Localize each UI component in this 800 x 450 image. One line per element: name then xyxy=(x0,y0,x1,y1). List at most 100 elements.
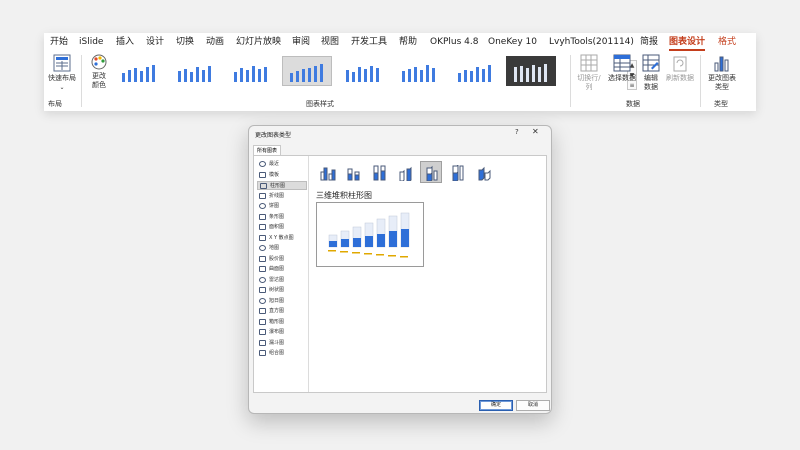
clustered-column-icon xyxy=(320,167,336,181)
tab-developer[interactable]: 开发工具 xyxy=(351,36,387,48)
chart-style-5[interactable] xyxy=(338,56,388,86)
line-chart-icon xyxy=(259,192,266,199)
tab-onekey[interactable]: OneKey 10 xyxy=(488,36,537,48)
subtype-stacked-column[interactable] xyxy=(342,161,364,183)
chart-style-2[interactable] xyxy=(170,56,220,86)
edit-data-icon xyxy=(642,54,660,72)
folder-icon xyxy=(259,171,266,178)
3d-stacked-column-preview xyxy=(328,212,410,258)
edit-data-label: 编辑数据 xyxy=(644,74,658,91)
chart-type-column[interactable]: 柱形图 xyxy=(257,181,307,190)
tab-format[interactable]: 格式 xyxy=(718,36,736,48)
change-chart-type-icon xyxy=(714,56,729,72)
3d-clustered-column-icon xyxy=(399,166,412,181)
change-chart-type-button[interactable]: 更改图表类型 xyxy=(704,54,740,92)
chart-type-funnel[interactable]: 漏斗图 xyxy=(257,339,307,348)
styles-group-label: 图表样式 xyxy=(306,100,334,108)
select-data-button[interactable]: 选择数据 xyxy=(606,54,638,83)
tab-chart-design[interactable]: 图表设计 xyxy=(669,36,706,51)
switch-row-column-button[interactable]: 切换行/列 xyxy=(574,54,604,92)
chart-type-surface[interactable]: 曲面图 xyxy=(257,265,307,274)
ribbon-groups: 快速布局 ⌄ 布局 更改颜色 ▲ ▼ ≡ 图表样式 切换行/列 选择数据 编辑数… xyxy=(44,52,756,111)
group-divider xyxy=(700,55,701,107)
palette-icon xyxy=(91,54,107,70)
chart-style-7[interactable] xyxy=(450,56,500,86)
combo-chart-icon xyxy=(259,350,266,356)
chart-type-line[interactable]: 折线图 xyxy=(257,192,307,201)
tab-design[interactable]: 设计 xyxy=(146,36,164,48)
ok-button[interactable]: 确定 xyxy=(479,400,513,411)
recent-icon xyxy=(259,161,266,167)
chart-preview[interactable] xyxy=(316,202,424,267)
column-chart-icon xyxy=(260,183,267,189)
tab-islide[interactable]: iSlide xyxy=(79,36,103,48)
type-group-label: 类型 xyxy=(714,100,728,108)
group-divider xyxy=(81,55,82,107)
tab-lvyhtools[interactable]: LvyhTools(201114) xyxy=(549,36,634,48)
subtype-3d-column[interactable] xyxy=(472,161,494,183)
dialog-tabbar: 所有图表 xyxy=(249,145,551,155)
chart-style-6[interactable] xyxy=(394,56,444,86)
subtype-name: 三维堆积柱形图 xyxy=(316,191,372,200)
chart-type-area[interactable]: 面积图 xyxy=(257,223,307,232)
refresh-data-button[interactable]: 刷新数据 xyxy=(664,54,696,83)
quick-layout-button[interactable]: 快速布局 ⌄ xyxy=(47,54,77,92)
select-data-icon xyxy=(613,54,631,72)
treemap-chart-icon xyxy=(259,287,266,293)
3d-stacked-column-icon xyxy=(426,165,438,181)
3d-percent-stacked-column-icon xyxy=(452,165,464,181)
subtype-3d-clustered-column[interactable] xyxy=(394,161,416,183)
data-group-label: 数据 xyxy=(626,100,640,108)
map-chart-icon xyxy=(259,245,266,251)
chart-subtype-pane: 三维堆积柱形图 xyxy=(310,156,547,392)
chart-type-radar[interactable]: 雷达图 xyxy=(257,276,307,285)
chart-style-1[interactable] xyxy=(114,56,164,86)
percent-stacked-column-icon xyxy=(373,165,386,181)
chart-type-stock[interactable]: 股价图 xyxy=(257,255,307,264)
chart-type-templates[interactable]: 模板 xyxy=(257,171,307,180)
tab-all-charts[interactable]: 所有图表 xyxy=(253,145,282,155)
chart-type-histogram[interactable]: 直方图 xyxy=(257,307,307,316)
chart-type-map[interactable]: 地图 xyxy=(257,244,307,253)
chart-type-bar[interactable]: 条形图 xyxy=(257,213,307,222)
chart-style-4[interactable] xyxy=(282,56,332,86)
tab-home[interactable]: 开始 xyxy=(50,36,68,48)
cancel-button[interactable]: 取消 xyxy=(516,400,550,411)
chart-type-sunburst[interactable]: 旭日图 xyxy=(257,297,307,306)
stock-chart-icon xyxy=(259,255,266,262)
3d-column-icon xyxy=(478,166,491,181)
tab-insert[interactable]: 插入 xyxy=(116,36,134,48)
tab-help[interactable]: 帮助 xyxy=(399,36,417,48)
chart-style-8[interactable] xyxy=(506,56,556,86)
dialog-title: 更改图表类型 xyxy=(255,132,292,139)
tab-okplus[interactable]: OKPlus 4.8 xyxy=(430,36,478,48)
chart-styles-gallery: ▲ ▼ ≡ xyxy=(114,56,637,90)
change-chart-type-label: 更改图表类型 xyxy=(708,74,736,91)
subtype-3d-100-stacked-column[interactable] xyxy=(446,161,468,183)
layout-group-label: 布局 xyxy=(48,100,62,108)
subtype-3d-stacked-column[interactable] xyxy=(420,161,442,183)
chart-style-3[interactable] xyxy=(226,56,276,86)
tab-transitions[interactable]: 切换 xyxy=(176,36,194,48)
tab-slideshow[interactable]: 幻灯片放映 xyxy=(236,36,281,48)
scatter-chart-icon xyxy=(259,234,266,241)
chart-type-waterfall[interactable]: 瀑布图 xyxy=(257,328,307,337)
chart-type-combo[interactable]: 组合图 xyxy=(257,349,307,358)
tab-jianbao[interactable]: 简报 xyxy=(640,36,658,48)
chart-type-pie[interactable]: 饼图 xyxy=(257,202,307,211)
chart-type-recent[interactable]: 最近 xyxy=(257,160,307,169)
subtype-100-stacked-column[interactable] xyxy=(368,161,390,183)
tab-view[interactable]: 视图 xyxy=(321,36,339,48)
chart-type-treemap[interactable]: 树状图 xyxy=(257,286,307,295)
tab-animations[interactable]: 动画 xyxy=(206,36,224,48)
chart-type-scatter[interactable]: X Y 散点图 xyxy=(257,234,307,243)
help-icon[interactable]: ? xyxy=(515,128,519,136)
edit-data-button[interactable]: 编辑数据 xyxy=(639,54,663,92)
tab-review[interactable]: 审阅 xyxy=(292,36,310,48)
subtype-clustered-column[interactable] xyxy=(316,161,338,183)
box-whisker-chart-icon xyxy=(259,318,266,325)
chart-type-box-whisker[interactable]: 箱形图 xyxy=(257,318,307,327)
close-icon[interactable]: ✕ xyxy=(532,127,539,136)
chevron-down-icon: ⌄ xyxy=(59,84,65,91)
change-colors-button[interactable]: 更改颜色 xyxy=(86,54,112,90)
